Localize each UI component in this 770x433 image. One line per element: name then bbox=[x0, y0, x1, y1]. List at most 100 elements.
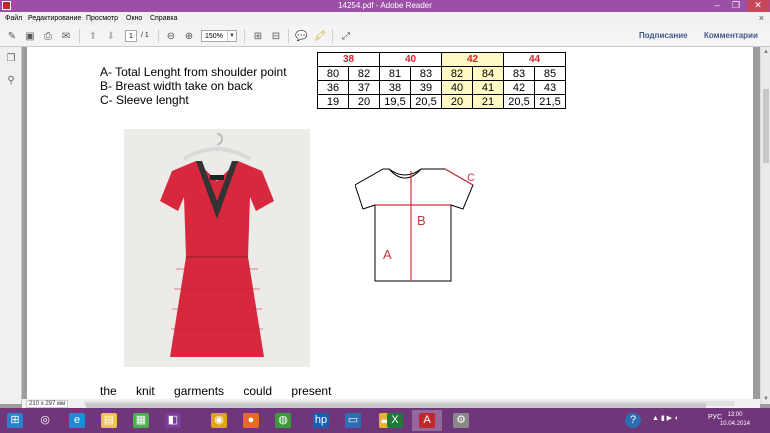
create-icon[interactable]: ✎ bbox=[5, 29, 19, 43]
taskbar-media[interactable]: ◉ bbox=[204, 410, 234, 431]
windows-icon: ⊞ bbox=[7, 413, 23, 428]
table-cell: 39 bbox=[410, 80, 442, 95]
taskbar-hp[interactable]: hp bbox=[306, 410, 336, 431]
table-cell: 20 bbox=[348, 94, 380, 109]
size-table: 38 40 42 44 80 82 81 83 82 84 83 85 36 3… bbox=[317, 52, 566, 109]
table-cell: 83 bbox=[410, 66, 442, 81]
zoom-out-icon[interactable]: ⊖ bbox=[164, 29, 178, 43]
table-cell: 20,5 bbox=[410, 94, 442, 109]
taskbar-search[interactable]: ◎ bbox=[30, 410, 60, 431]
ie-icon: e bbox=[69, 413, 85, 428]
menu-file[interactable]: Файл bbox=[5, 15, 22, 22]
tshirt-diagram: A B C bbox=[354, 168, 475, 282]
table-cell: 85 bbox=[534, 66, 566, 81]
taskbar: ⊞ ◎ e ▤ ▦ ◧ ◉ ● ◍ hp ▭ ▬ X A ⚙ ? ▲ ▮ ▶ ◖… bbox=[0, 408, 770, 433]
garment-sketch: A B C bbox=[354, 165, 487, 295]
chrome-icon: ◍ bbox=[275, 413, 291, 428]
label-c: C- Sleeve lenght bbox=[100, 93, 189, 107]
taskbar-paint[interactable]: ◧ bbox=[158, 410, 188, 431]
sketch-label-b: B bbox=[417, 213, 426, 228]
sign-pane-button[interactable]: Подписание bbox=[639, 31, 688, 40]
save-icon[interactable]: ▣ bbox=[23, 29, 37, 43]
table-cell: 80 bbox=[317, 66, 349, 81]
acrobat-icon: A bbox=[419, 413, 435, 428]
excel-icon: X bbox=[387, 413, 403, 428]
chevron-down-icon[interactable]: ▼ bbox=[227, 31, 236, 41]
tray-icons[interactable]: ▲ ▮ ▶ ◖ bbox=[652, 414, 678, 422]
clock-date: 10.04.2014 bbox=[719, 421, 750, 427]
menu-view[interactable]: Просмотр bbox=[86, 15, 118, 22]
clock[interactable]: 13:00 10.04.2014 bbox=[720, 411, 750, 429]
previous-page-icon[interactable]: ⬆ bbox=[86, 29, 100, 43]
expand-icon[interactable]: ⤢ bbox=[339, 29, 353, 43]
sketch-label-c: C bbox=[467, 172, 475, 184]
table-cell: 37 bbox=[348, 80, 380, 95]
product-photo bbox=[124, 129, 310, 367]
table-cell: 41 bbox=[472, 80, 504, 95]
taskbar-help[interactable]: ? bbox=[618, 410, 648, 431]
table-cell: 40 bbox=[441, 80, 473, 95]
label-b: B- Breast width take on back bbox=[100, 79, 253, 93]
paint-icon: ◧ bbox=[165, 413, 181, 428]
document-viewport[interactable]: A- Total Lenght from shoulder point B- B… bbox=[22, 47, 760, 404]
scroll-up-icon[interactable]: ▲ bbox=[761, 47, 770, 57]
zoom-in-icon[interactable]: ⊕ bbox=[182, 29, 196, 43]
settings-icon: ⚙ bbox=[453, 413, 469, 428]
close-button[interactable]: ✕ bbox=[747, 0, 769, 12]
menu-window[interactable]: Окно bbox=[126, 15, 142, 22]
page-thumbnails-icon[interactable]: ❐ bbox=[5, 53, 17, 65]
scroll-thumb[interactable] bbox=[763, 89, 769, 163]
table-cell: 83 bbox=[503, 66, 535, 81]
table-cell: 19 bbox=[317, 94, 349, 109]
taskbar-acrobat[interactable]: A bbox=[412, 410, 442, 431]
store-icon: ▦ bbox=[133, 413, 149, 428]
body-paragraph: the knit garments could present bbox=[100, 384, 332, 398]
fit-page-icon[interactable]: ⊞ bbox=[251, 29, 265, 43]
zoom-select[interactable]: 150% ▼ bbox=[201, 30, 237, 42]
attachments-icon[interactable]: ⚲ bbox=[5, 75, 17, 87]
horizontal-scrollbar[interactable] bbox=[84, 401, 734, 408]
table-cell: 43 bbox=[534, 80, 566, 95]
navigation-pane: ❐ ⚲ bbox=[0, 47, 22, 404]
taskbar-explorer[interactable]: ▤ bbox=[94, 410, 124, 431]
next-page-icon[interactable]: ⬇ bbox=[104, 29, 118, 43]
menu-edit[interactable]: Редактирование bbox=[28, 15, 81, 22]
search-icon: ◎ bbox=[40, 414, 50, 426]
zoom-value: 150% bbox=[205, 33, 223, 40]
print-icon[interactable]: ⎙ bbox=[41, 29, 55, 43]
minimize-button[interactable]: ‒ bbox=[708, 0, 726, 12]
taskbar-settings[interactable]: ⚙ bbox=[446, 410, 476, 431]
vertical-scrollbar[interactable]: ▲ ▼ bbox=[760, 47, 770, 404]
taskbar-firefox[interactable]: ● bbox=[236, 410, 266, 431]
help-icon: ? bbox=[625, 413, 641, 428]
taskbar-excel[interactable]: X bbox=[380, 410, 410, 431]
measurement-legend: A- Total Lenght from shoulder point B- B… bbox=[100, 65, 287, 107]
close-document-button[interactable]: × bbox=[759, 13, 764, 23]
size-header: 44 bbox=[503, 52, 566, 67]
taskbar-store[interactable]: ▦ bbox=[126, 410, 156, 431]
taskbar-remote[interactable]: ▭ bbox=[338, 410, 368, 431]
table-cell: 21 bbox=[472, 94, 504, 109]
label-a: A- Total Lenght from shoulder point bbox=[100, 65, 287, 79]
scroll-down-icon[interactable]: ▼ bbox=[761, 394, 770, 404]
menu-help[interactable]: Справка bbox=[150, 15, 177, 22]
page-number-input[interactable]: 1 bbox=[125, 30, 137, 42]
restore-button[interactable]: ❐ bbox=[727, 0, 745, 12]
taskbar-chrome[interactable]: ◍ bbox=[268, 410, 298, 431]
start-button[interactable]: ⊞ bbox=[0, 410, 30, 431]
table-cell: 36 bbox=[317, 80, 349, 95]
table-row: 80 82 81 83 82 84 83 85 bbox=[317, 66, 566, 81]
fit-width-icon[interactable]: ⊟ bbox=[269, 29, 283, 43]
table-row: 36 37 38 39 40 41 42 43 bbox=[317, 80, 566, 95]
table-cell: 21,5 bbox=[534, 94, 566, 109]
comments-pane-button[interactable]: Комментарии bbox=[704, 31, 758, 40]
size-header: 40 bbox=[379, 52, 442, 67]
table-cell: 84 bbox=[472, 66, 504, 81]
menu-bar: Файл Редактирование Просмотр Окно Справк… bbox=[0, 12, 770, 25]
highlight-icon[interactable]: 🖍 bbox=[313, 29, 327, 43]
table-cell: 38 bbox=[379, 80, 411, 95]
comment-icon[interactable]: 💬 bbox=[294, 29, 308, 43]
table-cell: 42 bbox=[503, 80, 535, 95]
taskbar-ie[interactable]: e bbox=[62, 410, 92, 431]
email-icon[interactable]: ✉ bbox=[59, 29, 73, 43]
